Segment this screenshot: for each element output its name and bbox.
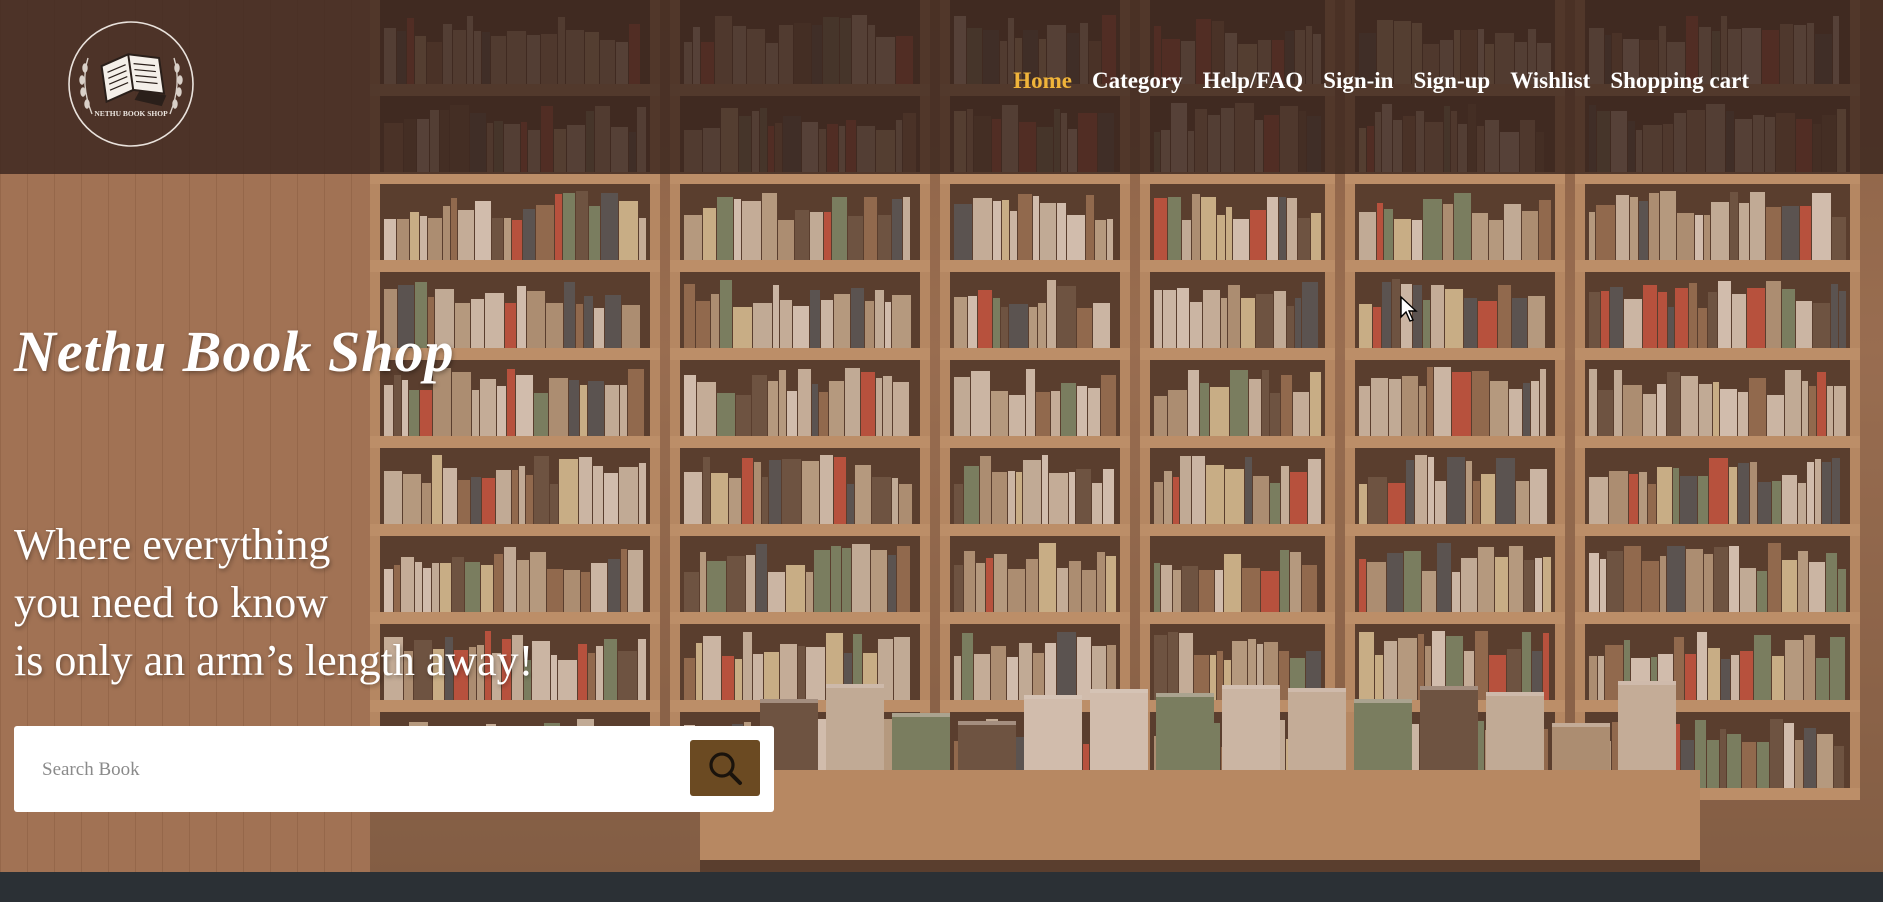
tagline-line-1: Where everything — [14, 520, 331, 569]
nav-home[interactable]: Home — [1013, 68, 1072, 94]
search-button[interactable] — [690, 740, 760, 796]
page: NETHU BOOK SHOP Home Category Help/FAQ S… — [0, 0, 1883, 902]
nav-sign-in[interactable]: Sign-in — [1323, 68, 1393, 94]
main-nav: Home Category Help/FAQ Sign-in Sign-up W… — [1013, 68, 1749, 94]
nav-category[interactable]: Category — [1092, 68, 1183, 94]
tagline-line-3: is only an arm’s length away! — [14, 636, 534, 685]
site-logo[interactable]: NETHU BOOK SHOP — [66, 18, 196, 150]
tagline-line-2: you need to know — [14, 578, 329, 627]
site-header: NETHU BOOK SHOP Home Category Help/FAQ S… — [0, 0, 1883, 174]
nav-shopping-cart[interactable]: Shopping cart — [1610, 68, 1749, 94]
logo-text: NETHU BOOK SHOP — [94, 109, 168, 118]
hero-brand-title: Nethu Book Shop — [14, 319, 455, 384]
search-input[interactable] — [40, 746, 684, 794]
magnifier-icon — [709, 752, 742, 785]
nav-sign-up[interactable]: Sign-up — [1413, 68, 1490, 94]
nav-help-faq[interactable]: Help/FAQ — [1203, 68, 1304, 94]
search-box — [14, 726, 774, 812]
open-book-icon: NETHU BOOK SHOP — [68, 21, 194, 147]
nav-wishlist[interactable]: Wishlist — [1510, 68, 1590, 94]
hero-tagline: Where everything you need to know is onl… — [14, 516, 533, 690]
mouse-cursor-icon — [1400, 295, 1418, 322]
footer-strip — [0, 872, 1883, 902]
